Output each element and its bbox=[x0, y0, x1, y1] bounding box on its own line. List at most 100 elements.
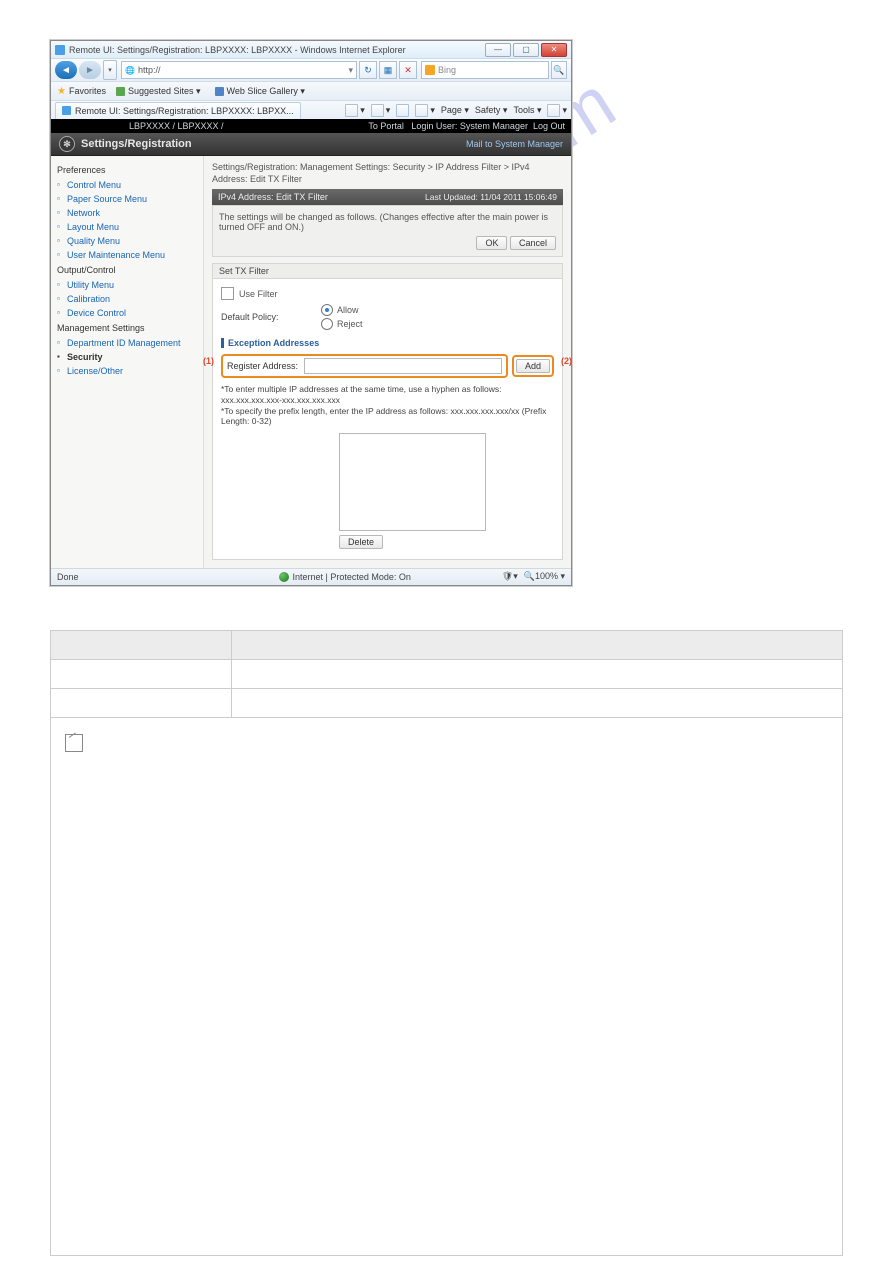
window-titlebar: Remote UI: Settings/Registration: LBPXXX… bbox=[51, 41, 571, 58]
logout-link[interactable]: Log Out bbox=[533, 121, 565, 131]
tools-menu[interactable]: Tools ▾ bbox=[513, 105, 541, 116]
mail-icon bbox=[396, 104, 409, 117]
address-list-box[interactable] bbox=[339, 433, 486, 531]
use-filter-checkbox[interactable] bbox=[221, 287, 234, 300]
sidebar-item-control-menu[interactable]: Control Menu bbox=[57, 178, 203, 192]
sidebar-item-device-control[interactable]: Device Control bbox=[57, 306, 203, 320]
address-dropdown-icon[interactable]: ▾ bbox=[348, 65, 353, 76]
print-split-button[interactable]: ▾ bbox=[415, 104, 435, 117]
suggested-sites-chip[interactable]: Suggested Sites ▾ bbox=[112, 84, 205, 98]
home-icon bbox=[345, 104, 358, 117]
table-header-1 bbox=[51, 630, 232, 659]
table-cell bbox=[232, 688, 843, 717]
sidebar-section-preferences: Preferences bbox=[57, 162, 203, 178]
sidebar-item-calibration[interactable]: Calibration bbox=[57, 292, 203, 306]
table-row bbox=[51, 659, 843, 688]
zoom-label[interactable]: 🔍100% ▾ bbox=[524, 571, 565, 582]
use-filter-label: Use Filter bbox=[239, 289, 278, 299]
browser-tab[interactable]: Remote UI: Settings/Registration: LBPXXX… bbox=[55, 102, 301, 119]
sidebar-item-network[interactable]: Network bbox=[57, 206, 203, 220]
panel-header: IPv4 Address: Edit TX Filter Last Update… bbox=[212, 189, 563, 205]
address-bar[interactable]: 🌐 http:// ▾ bbox=[121, 61, 357, 79]
table-cell bbox=[51, 688, 232, 717]
note-box bbox=[50, 718, 843, 1256]
remote-ui-top-bar: LBPXXXX / LBPXXXX / To Portal Login User… bbox=[51, 119, 571, 133]
help-button[interactable]: ▾ bbox=[547, 104, 567, 117]
sidebar-item-security[interactable]: Security bbox=[57, 350, 203, 364]
feeds-icon bbox=[371, 104, 384, 117]
tab-favicon bbox=[62, 106, 71, 115]
add-button[interactable]: Add bbox=[516, 359, 550, 373]
favorites-bar: ★ Favorites Suggested Sites ▾ Web Slice … bbox=[51, 81, 571, 100]
hint-text: *To enter multiple IP addresses at the s… bbox=[221, 384, 554, 427]
site-icon: 🌐 bbox=[125, 65, 135, 75]
search-engine-label: Bing bbox=[438, 65, 456, 75]
globe-icon bbox=[279, 572, 289, 582]
doc-table bbox=[50, 630, 843, 718]
policy-reject-radio[interactable] bbox=[321, 318, 333, 330]
window-close-button[interactable]: ✕ bbox=[541, 43, 567, 57]
nav-forward-button[interactable]: ► bbox=[79, 61, 101, 79]
web-slice-icon bbox=[215, 87, 224, 96]
ok-button[interactable]: OK bbox=[476, 236, 507, 250]
model-label: LBPXXXX / LBPXXXX / bbox=[57, 121, 224, 131]
page-menu[interactable]: Page ▾ bbox=[441, 105, 469, 116]
search-box[interactable]: Bing bbox=[421, 61, 549, 79]
nav-back-button[interactable]: ◄ bbox=[55, 61, 77, 79]
exception-addresses-header: Exception Addresses bbox=[221, 338, 554, 348]
nav-toolbar: ◄ ► ▾ 🌐 http:// ▾ ↻ ▦ ✕ Bing 🔍 bbox=[51, 58, 571, 81]
home-split-button[interactable]: ▾ bbox=[345, 104, 365, 117]
mail-to-manager-link[interactable]: Mail to System Manager bbox=[466, 139, 563, 149]
register-address-group: (1) Register Address: Add (2) bbox=[221, 350, 554, 380]
compat-button[interactable]: ▦ bbox=[379, 61, 397, 79]
policy-allow-label: Allow bbox=[337, 305, 359, 315]
cancel-button[interactable]: Cancel bbox=[510, 236, 556, 250]
add-button-highlight: Add bbox=[512, 355, 554, 377]
to-portal-link[interactable]: To Portal bbox=[368, 121, 404, 131]
last-updated-label: Last Updated: 11/04 2011 15:06:49 bbox=[425, 192, 557, 202]
section-title-set-tx-filter: Set TX Filter bbox=[212, 263, 563, 279]
app-header: ✻ Settings/Registration Mail to System M… bbox=[51, 133, 571, 156]
status-bar: Done Internet | Protected Mode: On 🛡▾ 🔍1… bbox=[51, 568, 571, 585]
register-address-label: Register Address: bbox=[227, 361, 298, 371]
sidebar-item-dept-id[interactable]: Department ID Management bbox=[57, 336, 203, 350]
nav-history-dropdown[interactable]: ▾ bbox=[103, 60, 117, 80]
sidebar-item-quality-menu[interactable]: Quality Menu bbox=[57, 234, 203, 248]
bing-icon bbox=[425, 65, 435, 75]
feeds-split-button[interactable]: ▾ bbox=[371, 104, 391, 117]
sidebar-item-license[interactable]: License/Other bbox=[57, 364, 203, 378]
policy-allow-radio[interactable] bbox=[321, 304, 333, 316]
table-header-2 bbox=[232, 630, 843, 659]
web-slice-chip[interactable]: Web Slice Gallery ▾ bbox=[211, 84, 309, 98]
suggested-sites-icon bbox=[116, 87, 125, 96]
sidebar-item-utility-menu[interactable]: Utility Menu bbox=[57, 278, 203, 292]
address-text: http:// bbox=[138, 65, 161, 75]
form-area: Use Filter Default Policy: Allow Reject bbox=[212, 279, 563, 560]
window-minimize-button[interactable]: — bbox=[485, 43, 511, 57]
stop-button[interactable]: ✕ bbox=[399, 61, 417, 79]
info-box: The settings will be changed as follows.… bbox=[212, 205, 563, 257]
safety-menu[interactable]: Safety ▾ bbox=[475, 105, 508, 116]
window-maximize-button[interactable]: ▢ bbox=[513, 43, 539, 57]
callout-2: (2) bbox=[561, 356, 572, 366]
page-title: Settings/Registration bbox=[81, 138, 192, 150]
refresh-button[interactable]: ↻ bbox=[359, 61, 377, 79]
main-pane: Settings/Registration: Management Settin… bbox=[204, 156, 571, 568]
sidebar: Preferences Control Menu Paper Source Me… bbox=[51, 156, 204, 568]
sidebar-item-user-maintenance[interactable]: User Maintenance Menu bbox=[57, 248, 203, 262]
search-go-button[interactable]: 🔍 bbox=[551, 61, 567, 79]
sidebar-item-layout-menu[interactable]: Layout Menu bbox=[57, 220, 203, 234]
favorites-label[interactable]: Favorites bbox=[69, 86, 106, 96]
default-policy-label: Default Policy: bbox=[221, 312, 321, 322]
mail-button[interactable] bbox=[396, 104, 409, 117]
table-cell bbox=[51, 659, 232, 688]
register-address-highlight: Register Address: bbox=[221, 354, 508, 378]
suggested-sites-label: Suggested Sites ▾ bbox=[128, 86, 201, 97]
protected-mode-icon[interactable]: 🛡▾ bbox=[502, 571, 518, 582]
tab-strip: Remote UI: Settings/Registration: LBPXXX… bbox=[51, 100, 571, 119]
sidebar-item-paper-source[interactable]: Paper Source Menu bbox=[57, 192, 203, 206]
web-slice-label: Web Slice Gallery ▾ bbox=[227, 86, 305, 97]
status-done: Done bbox=[57, 572, 79, 582]
delete-button[interactable]: Delete bbox=[339, 535, 383, 549]
register-address-input[interactable] bbox=[304, 358, 502, 374]
